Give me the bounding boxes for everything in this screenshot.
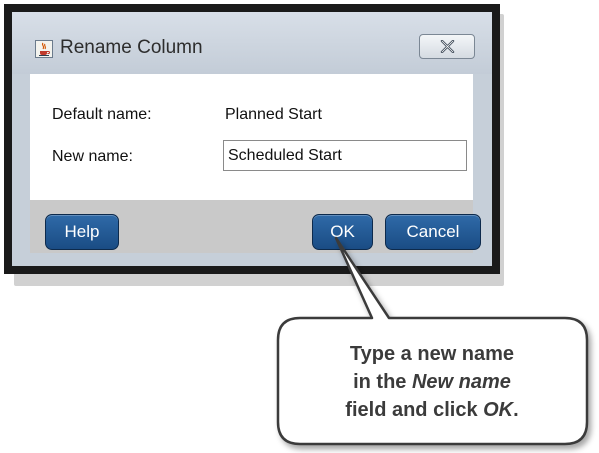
close-button[interactable] — [419, 34, 475, 59]
default-name-value: Planned Start — [225, 106, 322, 123]
callout-line-2-prefix: in the — [353, 371, 412, 393]
button-bar: Help OK Cancel — [30, 200, 481, 253]
new-name-input[interactable] — [223, 140, 467, 171]
callout-line-3-prefix: field and click — [345, 399, 484, 421]
java-cup-icon — [35, 40, 53, 58]
ok-button[interactable]: OK — [312, 214, 373, 250]
help-button[interactable]: Help — [45, 214, 119, 250]
cancel-button[interactable]: Cancel — [385, 214, 481, 250]
new-name-label: New name: — [52, 148, 133, 165]
close-x-icon — [440, 40, 455, 53]
callout-line-3: field and click OK. — [282, 396, 582, 424]
callout-text: Type a new name in the New name field an… — [282, 340, 582, 424]
default-name-label: Default name: — [52, 106, 152, 123]
callout-ok-emphasis: OK — [483, 399, 514, 421]
dialog-content: Default name: Planned Start New name: — [30, 74, 473, 200]
callout-line-3-suffix: . — [513, 399, 519, 421]
rename-column-dialog: Rename Column Default name: Planned Star… — [4, 4, 500, 274]
screenshot-stage: Rename Column Default name: Planned Star… — [0, 0, 599, 453]
callout-line-2: in the New name — [282, 368, 582, 396]
title-bar[interactable]: Rename Column — [12, 12, 492, 74]
dialog-title: Rename Column — [60, 37, 203, 58]
callout-line-1: Type a new name — [349, 343, 515, 365]
callout-new-name-emphasis: New name — [411, 371, 511, 393]
